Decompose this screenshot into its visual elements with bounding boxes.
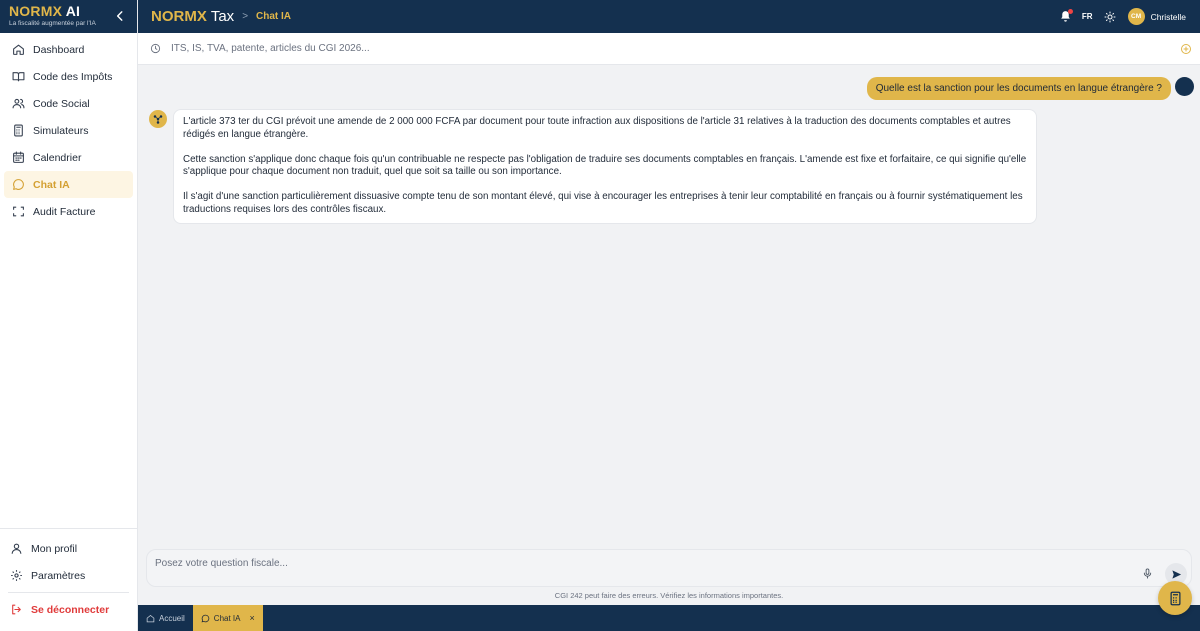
- calculator-icon: [1170, 591, 1180, 605]
- bot-message-paragraph: L'article 373 ter du CGI prévoit une ame…: [183, 116, 1011, 140]
- sidebar: NORMX AI La fiscalité augmentée par l'IA…: [0, 0, 138, 631]
- bot-logo-icon: [153, 115, 163, 124]
- ai-disclaimer: CGI 242 peut faire des erreurs. Vérifiez…: [554, 591, 784, 600]
- tab-label: Chat IA: [213, 613, 241, 623]
- logout-button[interactable]: Se déconnecter: [0, 596, 137, 623]
- book-icon: [12, 72, 25, 82]
- sidebar-item-profile[interactable]: Mon profil: [0, 535, 137, 562]
- sidebar-item-code-impots[interactable]: Code des Impôts: [0, 63, 137, 90]
- scan-icon: [13, 206, 24, 217]
- sidebar-item-dashboard[interactable]: Dashboard: [0, 36, 137, 63]
- top-bar-actions: FR CM Christelle: [1059, 0, 1186, 33]
- user-name[interactable]: Christelle: [1151, 12, 1186, 22]
- user-avatar[interactable]: CM: [1127, 8, 1145, 25]
- brand-header: NORMX AI La fiscalité augmentée par l'IA: [0, 0, 137, 33]
- sidebar-item-label: Code Social: [33, 97, 90, 110]
- divider: [8, 592, 129, 593]
- sidebar-item-label: Paramètres: [31, 569, 86, 582]
- sidebar-nav: Dashboard Code des Impôts Code Social Si…: [0, 33, 137, 225]
- chat-icon: [13, 179, 24, 190]
- sidebar-item-label: Calendrier: [33, 151, 82, 164]
- brand-name-a: NORMX: [9, 3, 63, 19]
- microphone-icon[interactable]: [1142, 568, 1153, 579]
- home-icon: [146, 614, 155, 622]
- app-logo-b: Tax: [210, 8, 235, 25]
- brand-tagline: La fiscalité augmentée par l'IA: [9, 20, 96, 27]
- close-tab-icon[interactable]: ×: [249, 613, 254, 623]
- sidebar-item-calendrier[interactable]: Calendrier: [0, 144, 137, 171]
- chevron-left-icon[interactable]: [113, 9, 127, 23]
- sidebar-item-label: Code des Impôts: [33, 70, 113, 83]
- user-icon: [11, 543, 22, 554]
- language-switcher[interactable]: FR: [1082, 12, 1093, 21]
- sun-icon[interactable]: [1104, 11, 1116, 23]
- sidebar-item-label: Dashboard: [33, 43, 85, 56]
- tab-accueil[interactable]: Accueil: [138, 605, 193, 631]
- sidebar-item-settings[interactable]: Paramètres: [0, 562, 137, 589]
- home-icon: [13, 44, 24, 55]
- app-logo-a[interactable]: NORMX: [151, 8, 207, 25]
- user-message-avatar: [1175, 77, 1194, 96]
- calculator-icon: [14, 124, 23, 137]
- logout-icon: [12, 604, 21, 615]
- top-bar: NORMX Tax > Chat IA FR CM Christelle: [138, 0, 1200, 33]
- breadcrumb-current: Chat IA: [256, 11, 292, 22]
- sidebar-item-label: Mon profil: [31, 542, 78, 555]
- bot-message-paragraph: Il s'agit d'une sanction particulièremen…: [183, 191, 1023, 215]
- sidebar-item-label: Audit Facture: [33, 205, 96, 218]
- sidebar-item-label: Simulateurs: [33, 124, 89, 137]
- chat-input-container: [146, 549, 1192, 587]
- bot-avatar: [149, 110, 167, 128]
- sidebar-item-code-social[interactable]: Code Social: [0, 90, 137, 117]
- notification-dot: [1067, 9, 1073, 14]
- calendar-icon: [13, 151, 24, 163]
- notifications-button[interactable]: [1059, 9, 1073, 23]
- bot-message-bubble: L'article 373 ter du CGI prévoit une ame…: [173, 109, 1037, 224]
- sidebar-footer: Mon profil Paramètres Se déconnecter: [0, 528, 137, 631]
- users-icon: [12, 98, 25, 109]
- sidebar-item-audit-facture[interactable]: Audit Facture: [0, 198, 137, 225]
- tab-bar: Accueil Chat IA ×: [138, 605, 1200, 631]
- tab-label: Accueil: [159, 613, 185, 623]
- new-chat-icon[interactable]: [1180, 43, 1192, 55]
- bot-message-paragraph: Cette sanction s'applique donc chaque fo…: [183, 153, 1027, 178]
- sidebar-item-simulateurs[interactable]: Simulateurs: [0, 117, 137, 144]
- user-message-bubble: Quelle est la sanction pour les document…: [866, 77, 1171, 100]
- gear-icon: [11, 570, 22, 581]
- send-icon: [1171, 569, 1181, 579]
- sidebar-item-chat-ia[interactable]: Chat IA: [4, 171, 133, 198]
- history-search-bar[interactable]: ITS, IS, TVA, patente, articles du CGI 2…: [138, 33, 1200, 65]
- clock-icon: [150, 43, 161, 54]
- history-search-text: ITS, IS, TVA, patente, articles du CGI 2…: [171, 43, 370, 54]
- tab-chat-ia[interactable]: Chat IA ×: [192, 605, 263, 631]
- brand-name-b: AI: [65, 3, 81, 19]
- calculator-fab-button[interactable]: [1158, 581, 1192, 615]
- chat-icon: [201, 614, 210, 622]
- brand-logo[interactable]: NORMX AI: [9, 4, 128, 18]
- logout-label: Se déconnecter: [31, 603, 110, 616]
- chat-input[interactable]: [147, 550, 1127, 576]
- breadcrumb-separator: >: [242, 11, 249, 22]
- chat-area: Quelle est la sanction pour les document…: [138, 65, 1200, 543]
- sidebar-item-label: Chat IA: [33, 178, 70, 191]
